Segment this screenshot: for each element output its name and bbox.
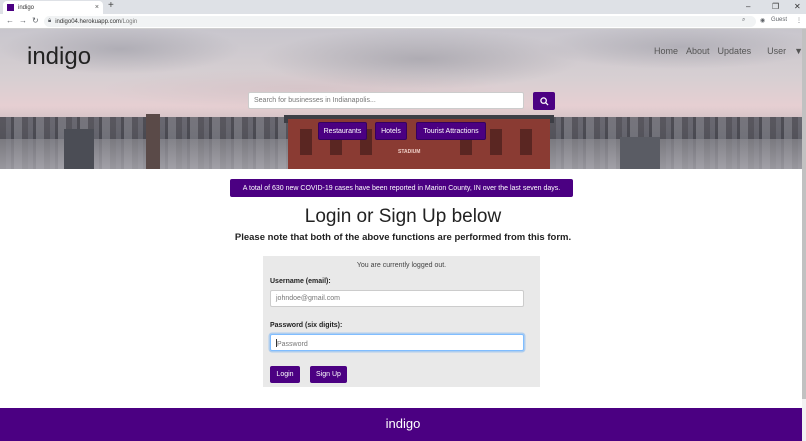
back-icon[interactable]: ← (6, 16, 14, 25)
covid-alert: A total of 630 new COVID-19 cases have b… (230, 179, 573, 197)
menu-icon[interactable]: ⋮ (796, 17, 802, 24)
building (620, 137, 660, 169)
stadium-sign: STADIUM (398, 149, 421, 155)
search-input[interactable]: Search for businesses in Indianapolis... (248, 92, 524, 109)
password-placeholder: Password (277, 341, 308, 348)
hero-banner: STADIUM indigo Home About Updates User ▼ … (0, 29, 806, 169)
login-button[interactable]: Login (270, 366, 300, 383)
browser-tab[interactable]: indigo × (3, 1, 103, 14)
building (64, 129, 94, 169)
forward-icon[interactable]: → (19, 16, 27, 25)
nav-user-label: User (767, 46, 787, 56)
scrollbar-thumb[interactable] (802, 29, 806, 399)
signup-button[interactable]: Sign Up (310, 366, 347, 383)
favicon-icon (7, 4, 14, 11)
page-subtitle: Please note that both of the above funct… (234, 232, 572, 243)
tower (146, 114, 160, 169)
tab-title: indigo (18, 4, 35, 11)
top-nav: Home About Updates User ▼ (646, 46, 803, 56)
hotels-button[interactable]: Hotels (375, 122, 407, 140)
search-icon (539, 96, 549, 106)
password-label: Password (six digits): (270, 322, 343, 329)
footer-brand: indigo (385, 416, 421, 431)
reload-icon[interactable]: ↻ (32, 16, 39, 25)
window-close-icon[interactable]: ✕ (794, 2, 801, 11)
stadium-window (520, 129, 532, 155)
stadium-window (300, 129, 312, 155)
browser-tab-bar: indigo × + – ❐ ✕ (0, 0, 806, 14)
url-path: /Login (120, 18, 138, 25)
username-field[interactable]: johndoe@gmail.com (270, 290, 524, 307)
login-form: You are currently logged out. Username (… (263, 256, 540, 387)
nav-home[interactable]: Home (654, 46, 678, 56)
tourist-attractions-button[interactable]: Tourist Attractions (416, 122, 486, 140)
lock-icon: 🔒︎ (48, 18, 52, 24)
brand-logo[interactable]: indigo (27, 43, 91, 71)
new-tab-button[interactable]: + (108, 0, 114, 11)
page-title: Login or Sign Up below (304, 206, 502, 227)
nav-user-dropdown[interactable]: User ▼ (759, 46, 803, 56)
restore-icon[interactable]: ❐ (772, 2, 779, 11)
login-status: You are currently logged out. (356, 262, 447, 269)
url-host: indigo04.herokuapp.com (55, 18, 121, 25)
password-field[interactable]: Password (270, 334, 524, 351)
nav-about[interactable]: About (686, 46, 710, 56)
profile-label[interactable]: Guest (771, 17, 787, 23)
address-bar: ← → ↻ 🔒︎ indigo04.herokuapp.com/Login ⌕ … (0, 14, 806, 29)
restaurants-button[interactable]: Restaurants (318, 122, 367, 140)
profile-icon[interactable]: ◉ (760, 17, 765, 24)
nav-updates[interactable]: Updates (718, 46, 752, 56)
username-label: Username (email): (270, 278, 331, 285)
search-button[interactable] (533, 92, 555, 110)
footer: indigo (0, 408, 806, 441)
tab-close-icon[interactable]: × (95, 4, 99, 11)
minimize-icon[interactable]: – (746, 2, 750, 11)
zoom-icon[interactable]: ⌕ (742, 17, 745, 24)
url-field[interactable]: 🔒︎ indigo04.herokuapp.com/Login (44, 16, 756, 27)
stadium-window (490, 129, 502, 155)
